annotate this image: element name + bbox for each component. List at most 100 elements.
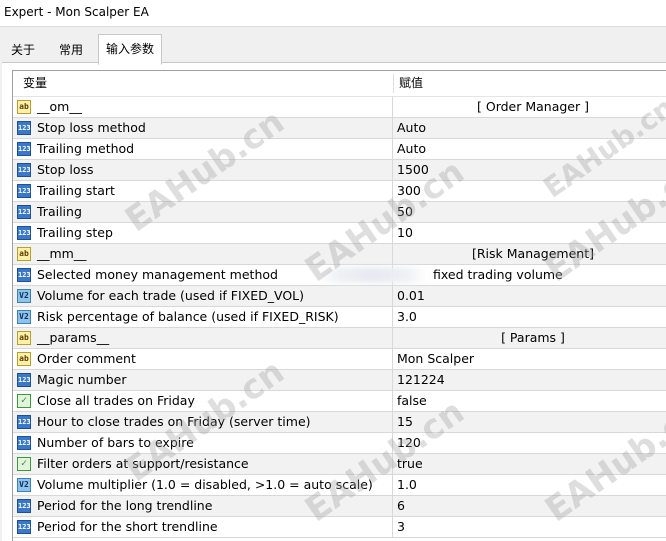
parameter-row[interactable]: 123 Stop loss method Auto bbox=[13, 118, 666, 139]
parameter-name-cell[interactable]: 123 Trailing method bbox=[13, 139, 393, 159]
parameter-value[interactable]: 121224 bbox=[397, 370, 445, 390]
parameter-name: Period for the long trendline bbox=[37, 498, 213, 513]
parameter-name: Selected money management method bbox=[37, 267, 278, 282]
parameter-name-cell[interactable]: 123 Trailing bbox=[13, 202, 393, 222]
column-header-variable[interactable]: 变量 bbox=[23, 71, 47, 96]
parameter-value[interactable]: 10 bbox=[397, 223, 413, 243]
parameter-value[interactable]: true bbox=[397, 454, 423, 474]
parameter-value[interactable]: Auto bbox=[397, 118, 426, 138]
parameter-value[interactable]: 50 bbox=[397, 202, 413, 222]
parameter-name: Number of bars to expire bbox=[37, 435, 194, 450]
parameter-value[interactable]: 6 bbox=[397, 496, 405, 516]
parameter-name-cell[interactable]: 123 Stop loss bbox=[13, 160, 393, 180]
parameter-name: Stop loss method bbox=[37, 120, 146, 135]
parameter-row[interactable]: V2 Risk percentage of balance (used if FI… bbox=[13, 307, 666, 328]
parameter-name-cell[interactable]: 123 Number of bars to expire bbox=[13, 433, 393, 453]
parameter-name-cell[interactable]: 123 Stop loss method bbox=[13, 118, 393, 138]
window-title: Expert - Mon Scalper EA bbox=[4, 5, 149, 19]
parameter-name-cell[interactable]: ab __mm__ bbox=[13, 244, 393, 264]
parameter-row[interactable]: 123 Trailing step 10 bbox=[13, 223, 666, 244]
parameter-value[interactable]: 1500 bbox=[397, 160, 429, 180]
parameter-name: __mm__ bbox=[37, 246, 87, 261]
parameter-value[interactable]: [ Order Manager ] bbox=[433, 97, 633, 117]
parameter-name: Volume for each trade (used if FIXED_VOL… bbox=[37, 288, 305, 303]
int-type-icon: 123 bbox=[17, 205, 31, 219]
double-type-icon: V2 bbox=[17, 310, 31, 324]
parameter-value[interactable]: [Risk Management] bbox=[433, 244, 633, 264]
parameter-row[interactable]: 123 Period for the short trendline 3 bbox=[13, 517, 666, 538]
int-type-icon: 123 bbox=[17, 499, 31, 513]
parameter-name: Stop loss bbox=[37, 162, 94, 177]
parameter-name-cell[interactable]: ab __params__ bbox=[13, 328, 393, 348]
parameter-name-cell[interactable]: 123 Trailing start bbox=[13, 181, 393, 201]
parameter-value[interactable]: 3.0 bbox=[397, 307, 417, 327]
parameter-value[interactable]: 15 bbox=[397, 412, 413, 432]
parameter-row[interactable]: ✓ Close all trades on Friday false bbox=[13, 391, 666, 412]
parameter-name: Risk percentage of balance (used if FIXE… bbox=[37, 309, 339, 324]
parameter-name-cell[interactable]: ✓ Close all trades on Friday bbox=[13, 391, 393, 411]
double-type-icon: V2 bbox=[17, 478, 31, 492]
parameter-value[interactable]: 120 bbox=[397, 433, 421, 453]
parameter-name-cell[interactable]: V2 Volume for each trade (used if FIXED_V… bbox=[13, 286, 393, 306]
parameter-name: Filter orders at support/resistance bbox=[37, 456, 249, 471]
parameter-value[interactable]: Mon Scalper bbox=[397, 349, 474, 369]
tab-common[interactable]: 常用 bbox=[50, 37, 92, 64]
parameter-row[interactable]: 123 Stop loss 1500 bbox=[13, 160, 666, 181]
window-titlebar: Expert - Mon Scalper EA bbox=[0, 0, 666, 27]
string-type-icon: ab bbox=[17, 247, 31, 261]
column-divider[interactable] bbox=[393, 74, 394, 93]
parameter-row[interactable]: 123 Hour to close trades on Friday (serve… bbox=[13, 412, 666, 433]
parameter-value[interactable]: fixed trading volume bbox=[433, 265, 563, 285]
parameter-row[interactable]: 123 Number of bars to expire 120 bbox=[13, 433, 666, 454]
parameter-value[interactable]: 3 bbox=[397, 517, 405, 537]
parameter-name-cell[interactable]: 123 Hour to close trades on Friday (serve… bbox=[13, 412, 393, 432]
parameter-value[interactable]: false bbox=[397, 391, 427, 411]
parameter-value[interactable]: [ Params ] bbox=[433, 328, 633, 348]
parameter-name-cell[interactable]: 123 Period for the short trendline bbox=[13, 517, 393, 537]
parameter-value[interactable]: Auto bbox=[397, 139, 426, 159]
int-type-icon: 123 bbox=[17, 121, 31, 135]
parameter-row[interactable]: 123 Trailing 50 bbox=[13, 202, 666, 223]
parameter-row[interactable]: V2 Volume for each trade (used if FIXED_V… bbox=[13, 286, 666, 307]
parameter-row[interactable]: ✓ Filter orders at support/resistance true bbox=[13, 454, 666, 475]
parameter-name: Period for the short trendline bbox=[37, 519, 218, 534]
parameter-value[interactable]: 1.0 bbox=[397, 475, 417, 495]
parameter-name-cell[interactable]: ab __om__ bbox=[13, 97, 393, 117]
string-type-icon: ab bbox=[17, 100, 31, 114]
parameter-row[interactable]: 123 Magic number 121224 bbox=[13, 370, 666, 391]
bool-type-icon: ✓ bbox=[17, 457, 31, 471]
parameter-row[interactable]: 123 Period for the long trendline 6 bbox=[13, 496, 666, 517]
parameter-row[interactable]: ab __om__ [ Order Manager ] bbox=[13, 97, 666, 118]
int-type-icon: 123 bbox=[17, 436, 31, 450]
parameter-row[interactable]: 123 Trailing method Auto bbox=[13, 139, 666, 160]
parameter-row[interactable]: 123 Trailing start 300 bbox=[13, 181, 666, 202]
parameter-value[interactable]: 0.01 bbox=[397, 286, 425, 306]
parameter-name-cell[interactable]: 123 Trailing step bbox=[13, 223, 393, 243]
parameter-row[interactable]: ab __mm__ [Risk Management] bbox=[13, 244, 666, 265]
parameter-name: __params__ bbox=[37, 330, 110, 345]
parameter-name-cell[interactable]: 123 Period for the long trendline bbox=[13, 496, 393, 516]
int-type-icon: 123 bbox=[17, 268, 31, 282]
parameter-name-cell[interactable]: ✓ Filter orders at support/resistance bbox=[13, 454, 393, 474]
parameter-name: __om__ bbox=[37, 99, 82, 114]
parameter-row[interactable]: V2 Volume multiplier (1.0 = disabled, >1.… bbox=[13, 475, 666, 496]
parameter-value[interactable]: 300 bbox=[397, 181, 421, 201]
parameter-name-cell[interactable]: ab Order comment bbox=[13, 349, 393, 369]
tab-about[interactable]: 关于 bbox=[4, 37, 42, 64]
parameters-grid: 变量 赋值 ab __om__ [ Order Manager ] 123 Stop l… bbox=[12, 70, 666, 541]
parameter-row[interactable]: 123 Selected money management method fixed… bbox=[13, 265, 666, 286]
column-header-value[interactable]: 赋值 bbox=[399, 71, 423, 96]
int-type-icon: 123 bbox=[17, 142, 31, 156]
parameter-name-cell[interactable]: V2 Risk percentage of balance (used if FI… bbox=[13, 307, 393, 327]
parameter-row[interactable]: ab Order comment Mon Scalper bbox=[13, 349, 666, 370]
int-type-icon: 123 bbox=[17, 415, 31, 429]
redacted-overlay bbox=[318, 267, 428, 283]
parameter-row[interactable]: ab __params__ [ Params ] bbox=[13, 328, 666, 349]
parameter-name: Volume multiplier (1.0 = disabled, >1.0 … bbox=[37, 477, 373, 492]
parameter-name: Trailing start bbox=[37, 183, 115, 198]
parameter-name-cell[interactable]: V2 Volume multiplier (1.0 = disabled, >1.… bbox=[13, 475, 393, 495]
int-type-icon: 123 bbox=[17, 373, 31, 387]
tab-input-parameters[interactable]: 输入参数 bbox=[98, 34, 162, 65]
int-type-icon: 123 bbox=[17, 184, 31, 198]
parameter-name-cell[interactable]: 123 Magic number bbox=[13, 370, 393, 390]
